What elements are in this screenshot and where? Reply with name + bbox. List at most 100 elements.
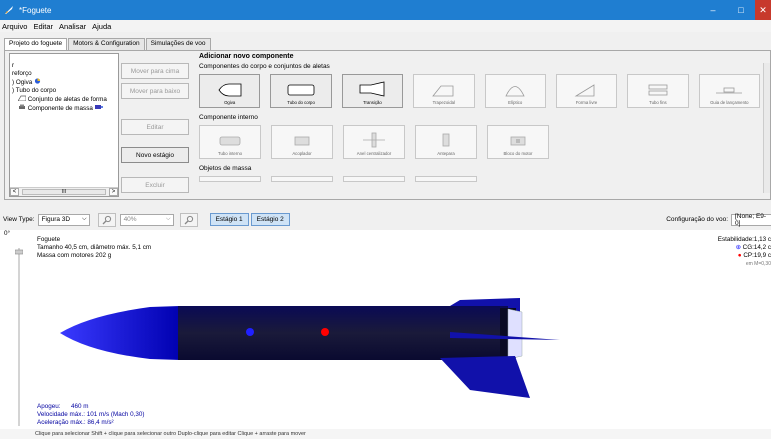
add-centering-ring-button[interactable]: Anel centralizador — [343, 125, 405, 159]
add-engine-block-button[interactable]: Bloco do motor — [487, 125, 549, 159]
scroll-left-arrow[interactable]: < — [10, 188, 19, 196]
component-tree[interactable]: r reforço ) Ogiva ) Tubo do corpo Conjun… — [9, 53, 119, 197]
add-trapezoidal-fins-button[interactable]: Trapezoidal — [413, 74, 475, 108]
tree-item[interactable]: r — [12, 62, 116, 70]
body-tube-icon — [287, 84, 315, 96]
zoom-out-button[interactable] — [97, 212, 116, 227]
add-elliptical-fins-button[interactable]: Elíptico — [484, 74, 546, 108]
tab-flight-simulations[interactable]: Simulações de voo — [145, 38, 211, 50]
window-title: *Foguete — [19, 5, 52, 15]
rocket-3d-render — [60, 298, 560, 398]
cg-readout: ⊕ CG:14,2 c — [735, 244, 771, 251]
zoom-select[interactable]: 40% ⌵ — [119, 213, 174, 226]
tree-item-nose-cone[interactable]: ) Ogiva — [12, 78, 116, 87]
internal-components-row: Tubo interno Acoplador Anel centralizado… — [199, 125, 770, 159]
mass-object-button[interactable] — [343, 176, 405, 182]
stage-1-toggle[interactable]: Estágio 1 — [209, 213, 249, 226]
view-type-select[interactable]: Figura 3D ⌵ — [37, 213, 90, 226]
tree-item[interactable]: reforço — [12, 70, 116, 78]
mass-component-icon — [19, 104, 25, 109]
rocket-mass: Massa com motores 202 g — [37, 252, 112, 259]
add-nose-cone-button[interactable]: Ogiva — [199, 74, 261, 108]
view-type-label: View Type: — [3, 216, 35, 223]
move-up-button[interactable]: Mover para cima — [121, 63, 189, 79]
tree-item-mass-component[interactable]: Componente de massa — [12, 104, 116, 113]
flight-config-label: Configuração do voo: — [666, 216, 728, 223]
rotation-value: 0° — [4, 230, 11, 237]
edit-button[interactable]: Editar — [121, 119, 189, 135]
coupler-icon — [294, 136, 310, 146]
nose-cone-icon — [218, 83, 242, 97]
zoom-in-button[interactable] — [179, 212, 198, 227]
delete-button[interactable]: Excluir — [121, 177, 189, 193]
mass-object-button[interactable] — [199, 176, 261, 182]
add-inner-tube-button[interactable]: Tubo interno — [199, 125, 261, 159]
cg-marker — [246, 328, 254, 336]
menu-help[interactable]: Ajuda — [92, 22, 111, 31]
flight-config-select[interactable]: [None; E9-0] — [731, 213, 771, 227]
view-toolbar: View Type: Figura 3D ⌵ 40% ⌵ Estágio 1 Est… — [0, 211, 771, 228]
trapezoidal-fin-icon — [431, 85, 454, 97]
fin-set-icon — [17, 95, 27, 102]
mass-object-button[interactable] — [415, 176, 477, 182]
engine-block-icon — [510, 136, 526, 146]
add-component-panel: Adicionar novo componente Componentes do… — [195, 53, 770, 197]
lower-fin — [440, 356, 530, 398]
scroll-thumb[interactable]: III — [22, 189, 106, 195]
new-stage-button[interactable]: Novo estágio — [121, 147, 189, 163]
nose-cone-color-icon — [34, 78, 41, 84]
body-components-title: Componentes do corpo e conjuntos de alet… — [199, 63, 330, 70]
add-component-header: Adicionar novo componente — [199, 53, 294, 60]
tree-horizontal-scrollbar[interactable]: < III > — [10, 187, 118, 196]
stage-2-toggle[interactable]: Estágio 2 — [250, 213, 290, 226]
scroll-right-arrow[interactable]: > — [109, 188, 118, 196]
main-tabs: Projeto do foguete Motors & Configuratio… — [4, 38, 212, 50]
bulkhead-icon — [442, 133, 450, 147]
title-bar: *Foguete – □ ✕ — [0, 0, 771, 20]
add-panel-scrollbar[interactable] — [763, 63, 770, 193]
rocket-figure[interactable]: 0° Foguete Tamanho 40,5 cm, diâmetro máx… — [0, 230, 771, 429]
add-body-tube-button[interactable]: Tubo do corpo — [270, 74, 332, 108]
rocket-name: Foguete — [37, 236, 61, 243]
tube-fins-icon — [648, 84, 668, 96]
mass-objects-row — [199, 176, 770, 182]
tree-item-body-tube[interactable]: ) Tubo do corpo — [12, 87, 116, 95]
max-velocity-readout: Velocidade máx.: 101 m/s (Mach 0,30) — [37, 411, 145, 418]
tree-item-fin-set[interactable]: Conjunto de aletas de forma — [12, 95, 116, 104]
add-freeform-fins-button[interactable]: Forma livre — [555, 74, 618, 108]
centering-ring-icon — [363, 132, 385, 148]
stability-readout: Estabilidade:1,13 c — [717, 236, 771, 243]
move-down-button[interactable]: Mover para baixo — [121, 83, 189, 99]
inner-tube-icon — [219, 136, 241, 146]
nose-cone — [60, 306, 180, 360]
apogee-readout: Apogeu: 460 m — [37, 403, 89, 410]
menu-analyze[interactable]: Analisar — [59, 22, 86, 31]
mass-color-icon — [94, 105, 103, 109]
tail-transition — [507, 308, 523, 360]
mass-object-button[interactable] — [271, 176, 333, 182]
tab-rocket-design[interactable]: Projeto do foguete — [4, 38, 68, 50]
menu-edit[interactable]: Editar — [33, 22, 53, 31]
elliptical-fin-icon — [505, 86, 525, 97]
cp-marker — [321, 328, 329, 336]
tab-motors-configuration[interactable]: Motors & Configuration — [68, 38, 145, 50]
cp-readout: ● CP:19,9 c — [737, 252, 771, 259]
rocket-app-icon — [5, 6, 13, 14]
body-components-row: Ogiva Tubo do corpo Transição Trapezoida… — [199, 74, 770, 108]
maximize-button[interactable]: □ — [727, 0, 755, 20]
mass-objects-title: Objetos de massa — [199, 165, 252, 172]
freeform-fin-icon — [574, 84, 594, 97]
rocket-size: Tamanho 40,5 cm, diâmetro máx. 5,1 cm — [37, 244, 152, 251]
transition-icon — [360, 81, 385, 97]
close-button[interactable]: ✕ — [755, 0, 771, 20]
launch-lug-icon — [716, 87, 743, 94]
minimize-button[interactable]: – — [699, 0, 727, 20]
add-bulkhead-button[interactable]: Antepara — [415, 125, 477, 159]
add-launch-lug-button[interactable]: Guia de lançamento — [698, 74, 760, 108]
add-transition-button[interactable]: Transição — [341, 74, 404, 108]
menu-file[interactable]: Arquivo — [2, 22, 27, 31]
add-coupler-button[interactable]: Acoplador — [271, 125, 333, 159]
zoom-in-icon — [184, 215, 193, 224]
add-tube-fins-button[interactable]: Tubo fins — [627, 74, 689, 108]
chevron-down-icon: ⌵ — [166, 215, 171, 222]
